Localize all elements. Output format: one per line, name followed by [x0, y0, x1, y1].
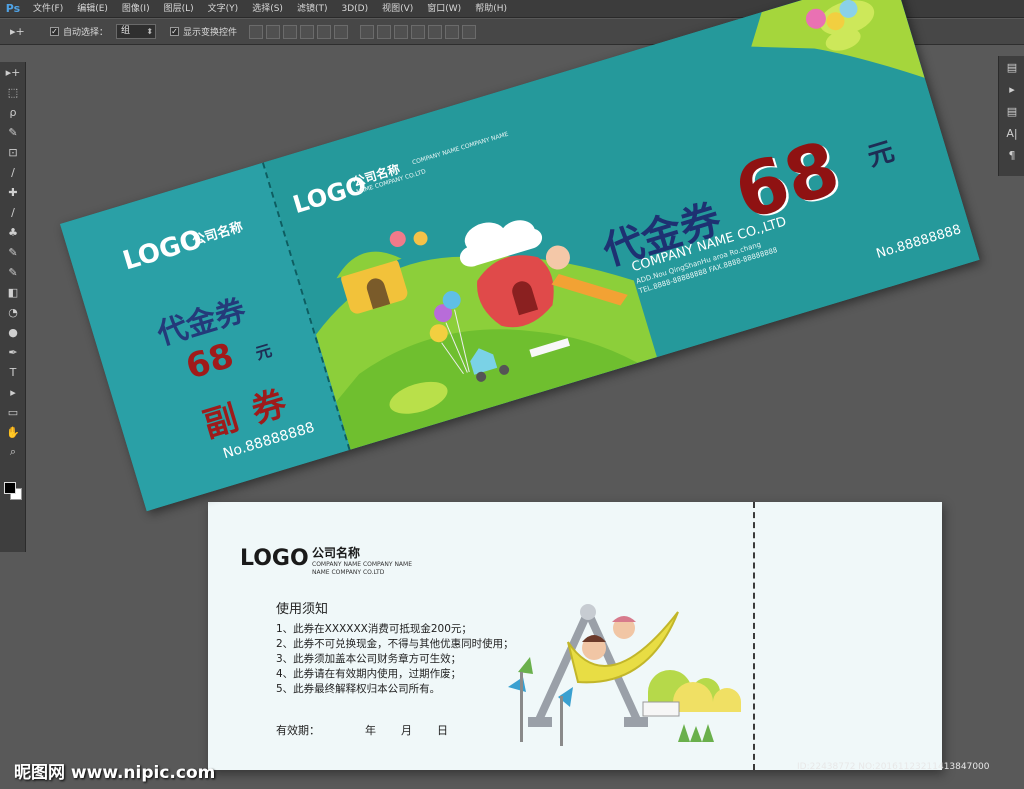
validity-year: 年 [365, 724, 376, 737]
rectangle-tool-icon[interactable]: ▭ [0, 402, 26, 422]
menu-edit[interactable]: 编辑(E) [70, 0, 115, 18]
align-bottom-button[interactable] [283, 24, 298, 39]
paragraph-panel-icon[interactable]: ¶ [999, 144, 1024, 166]
align-top-button[interactable] [249, 24, 264, 39]
move-tool-icon[interactable]: ▸+ [0, 62, 26, 82]
path-select-tool-icon[interactable]: ▸ [0, 382, 26, 402]
distribute-right-button[interactable] [445, 24, 460, 39]
align-right-button[interactable] [334, 24, 349, 39]
rule-item: 5、此券最终解释权归本公司所有。 [276, 683, 441, 695]
image-id-watermark: ID:22438772 NO:20161123211413847000 [797, 762, 990, 772]
blur-tool-icon[interactable]: ◔ [0, 302, 26, 322]
menu-file[interactable]: 文件(F) [26, 0, 70, 18]
eraser-tool-icon[interactable]: ✎ [0, 262, 26, 282]
menu-image[interactable]: 图像(I) [115, 0, 157, 18]
show-transform-checkbox[interactable]: ✓ [170, 27, 180, 36]
menu-select[interactable]: 选择(S) [245, 0, 290, 18]
auto-select-dropdown[interactable]: 组 [116, 24, 157, 39]
align-hcenter-button[interactable] [317, 24, 332, 39]
pen-tool-icon[interactable]: ✒ [0, 342, 26, 362]
validity-day: 日 [437, 724, 448, 737]
character-panel-icon[interactable]: A| [999, 122, 1024, 144]
zoom-tool-icon[interactable]: ⌕ [0, 442, 26, 462]
stub-company-name: 公司名称 [190, 219, 245, 250]
crop-tool-icon[interactable]: ⊡ [0, 142, 26, 162]
distribute-top-button[interactable] [360, 24, 375, 39]
usage-notice-title: 使用须知 [276, 602, 329, 617]
move-tool-preset-icon[interactable]: ▸+ [10, 25, 44, 38]
history-brush-tool-icon[interactable]: ✎ [0, 242, 26, 262]
back-company-name-en-1: COMPANY NAME COMPANY NAME [312, 561, 413, 568]
menu-help[interactable]: 帮助(H) [468, 0, 514, 18]
lasso-tool-icon[interactable]: ρ [0, 102, 26, 122]
validity-label: 有效期： [276, 724, 320, 737]
actions-panel-icon[interactable]: ▸ [999, 78, 1024, 100]
align-left-button[interactable] [300, 24, 315, 39]
tools-panel: ▸+ ⬚ ρ ✎ ⊡ ∕ ✚ ∕ ♣ ✎ ✎ ◧ ◔ ● ✒ T ▸ ▭ ✋ ⌕ [0, 62, 26, 552]
rule-item: 4、此券请在有效期内使用，过期作废； [276, 668, 462, 680]
distribute-buttons [360, 24, 477, 39]
align-vcenter-button[interactable] [266, 24, 281, 39]
quick-select-tool-icon[interactable]: ✎ [0, 122, 26, 142]
distribute-vcenter-button[interactable] [377, 24, 392, 39]
photoshop-logo: Ps [5, 2, 21, 15]
validity-month: 月 [401, 724, 412, 737]
dodge-tool-icon[interactable]: ● [0, 322, 26, 342]
validity-line: 有效期： 年 月 日 [276, 722, 448, 738]
distribute-bottom-button[interactable] [394, 24, 409, 39]
menu-layer[interactable]: 图层(L) [157, 0, 201, 18]
history-panel-icon[interactable]: ▤ [999, 56, 1024, 78]
gradient-tool-icon[interactable]: ◧ [0, 282, 26, 302]
back-perforation-line [753, 502, 755, 770]
voucher-main: LOGO 公司名称 COMPANY NAME COMPANY NAME NAME… [263, 0, 980, 450]
clone-stamp-tool-icon[interactable]: ♣ [0, 222, 26, 242]
rule-item: 1、此券在XXXXXX消费可抵现金200元； [276, 623, 472, 635]
type-tool-icon[interactable]: T [0, 362, 26, 382]
properties-panel-icon[interactable]: ▤ [999, 100, 1024, 122]
panel-dock: ▤ ▸ ▤ A| ¶ [998, 56, 1024, 176]
foreground-color-swatch[interactable] [4, 482, 16, 494]
photoshop-window: Ps 文件(F) 编辑(E) 图像(I) 图层(L) 文字(Y) 选择(S) 滤… [0, 0, 1024, 789]
brush-tool-icon[interactable]: ∕ [0, 202, 26, 222]
pirate-ship-illustration [508, 604, 741, 746]
rule-item: 3、此券须加盖本公司财务章方可生效； [276, 653, 462, 665]
back-company-name-cn: 公司名称 [312, 546, 361, 560]
rule-item: 2、此券不可兑换现金，不得与其他优惠同时使用； [276, 638, 514, 650]
menu-filter[interactable]: 滤镜(T) [290, 0, 335, 18]
voucher-ticket: LOGO 公司名称 代金券 68 元 副券 No.88888888 LOGO 公… [60, 0, 980, 512]
stub-currency: 元 [253, 340, 275, 364]
site-watermark: 昵图网 www.nipic.com [14, 763, 216, 783]
healing-brush-tool-icon[interactable]: ✚ [0, 182, 26, 202]
show-transform-label: 显示变换控件 [183, 28, 238, 38]
align-buttons [249, 24, 349, 39]
menu-view[interactable]: 视图(V) [375, 0, 420, 18]
auto-align-button[interactable] [462, 24, 477, 39]
usage-rules: 1、此券在XXXXXX消费可抵现金200元； 2、此券不可兑换现金，不得与其他优… [276, 622, 514, 697]
hand-tool-icon[interactable]: ✋ [0, 422, 26, 442]
menu-type[interactable]: 文字(Y) [201, 0, 246, 18]
coupon-back: LOGO 公司名称 COMPANY NAME COMPANY NAME NAME… [208, 502, 942, 770]
back-logo: LOGO [240, 546, 309, 571]
distribute-left-button[interactable] [411, 24, 426, 39]
auto-select-label: 自动选择： [63, 28, 109, 38]
menu-window[interactable]: 窗口(W) [420, 0, 468, 18]
distribute-hcenter-button[interactable] [428, 24, 443, 39]
auto-select-checkbox[interactable]: ✓ [50, 27, 59, 36]
back-company-name-en-2: NAME COMPANY CO.LTD [312, 569, 385, 576]
menu-3d[interactable]: 3D(D) [334, 0, 375, 18]
eyedropper-tool-icon[interactable]: ∕ [0, 162, 26, 182]
marquee-tool-icon[interactable]: ⬚ [0, 82, 26, 102]
